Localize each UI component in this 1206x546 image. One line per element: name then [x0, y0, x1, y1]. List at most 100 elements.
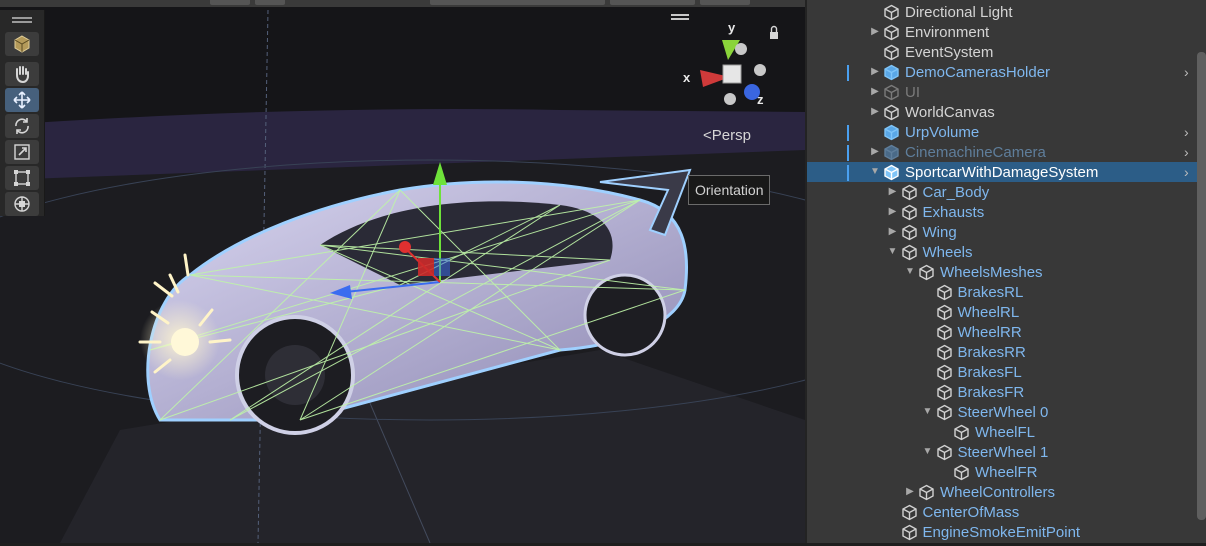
- gameobject-cube-icon: [936, 304, 953, 321]
- gameobject-cube-icon: [883, 104, 900, 121]
- gameobject-cube-icon: [936, 404, 953, 421]
- projection-label-text: Persp: [711, 127, 751, 144]
- hierarchy-item-label: DemoCamerasHolder: [905, 64, 1051, 81]
- collapse-arrow-icon[interactable]: ▶: [869, 85, 881, 99]
- expand-arrow-icon[interactable]: ▼: [922, 405, 934, 419]
- hierarchy-item-label: WheelFR: [975, 464, 1038, 481]
- hierarchy-item[interactable]: WheelFL: [807, 422, 1206, 442]
- hierarchy-item-label: WheelsMeshes: [940, 264, 1043, 281]
- hierarchy-item-label: Wheels: [922, 244, 973, 261]
- hierarchy-item[interactable]: BrakesFR: [807, 382, 1206, 402]
- hierarchy-item[interactable]: WheelRR: [807, 322, 1206, 342]
- scale-icon: [14, 144, 30, 160]
- hierarchy-item[interactable]: ▼ SteerWheel 1: [807, 442, 1206, 462]
- hierarchy-item[interactable]: CenterOfMass: [807, 502, 1206, 522]
- open-prefab-chevron-icon[interactable]: ›: [1184, 64, 1196, 80]
- hierarchy-item-label: Directional Light: [905, 4, 1013, 21]
- cube-icon: [14, 35, 30, 53]
- gameobject-cube-icon: [918, 264, 935, 281]
- transform-tool-button[interactable]: [5, 192, 39, 216]
- prefab-cube-icon: [883, 64, 900, 81]
- hierarchy-item[interactable]: ▶ Car_Body: [807, 182, 1206, 202]
- expand-arrow-icon[interactable]: ▼: [869, 165, 881, 179]
- hierarchy-item-label: WorldCanvas: [905, 104, 995, 121]
- hierarchy-item[interactable]: EventSystem: [807, 42, 1206, 62]
- open-prefab-chevron-icon[interactable]: ›: [1184, 164, 1196, 180]
- hierarchy-item-label: BrakesFL: [957, 364, 1022, 381]
- hierarchy-item[interactable]: ▶ Wing: [807, 222, 1206, 242]
- gameobject-cube-icon: [918, 484, 935, 501]
- gizmo-z-cone[interactable]: [744, 84, 760, 100]
- collapse-arrow-icon[interactable]: ▶: [887, 205, 899, 219]
- hierarchy-item[interactable]: ▶ CinemachineCamera ›: [807, 142, 1206, 162]
- view-mode-button[interactable]: [5, 32, 39, 56]
- expand-arrow-icon[interactable]: ▼: [922, 445, 934, 459]
- tooltip: Orientation: [688, 175, 771, 205]
- orientation-gizmo[interactable]: y x z: [678, 15, 788, 115]
- gameobject-cube-icon: [936, 324, 953, 341]
- lock-icon[interactable]: [770, 25, 778, 40]
- hierarchy-item-label: BrakesRL: [957, 284, 1024, 301]
- scene-toolbar-strip: [0, 0, 805, 7]
- hierarchy-item-label: WheelControllers: [940, 484, 1056, 501]
- gameobject-cube-icon: [936, 444, 953, 461]
- overlay-grip-icon[interactable]: [12, 17, 32, 23]
- hierarchy-scrollbar[interactable]: [1197, 52, 1206, 520]
- open-prefab-chevron-icon[interactable]: ›: [1184, 144, 1196, 160]
- hierarchy-item[interactable]: ▶ UI: [807, 82, 1206, 102]
- expand-arrow-icon[interactable]: ▼: [904, 265, 916, 279]
- collapse-arrow-icon[interactable]: ▶: [887, 185, 899, 199]
- prefab-override-bar: [847, 65, 849, 81]
- hierarchy-item-label: Exhausts: [922, 204, 985, 221]
- open-prefab-chevron-icon[interactable]: ›: [1184, 124, 1196, 140]
- hierarchy-item-label: BrakesRR: [957, 344, 1026, 361]
- hierarchy-item[interactable]: EngineSmokeEmitPoint: [807, 522, 1206, 542]
- expand-arrow-icon[interactable]: ▼: [887, 245, 899, 259]
- rotate-tool-button[interactable]: [5, 114, 39, 138]
- hierarchy-item-label: UrpVolume: [905, 124, 980, 141]
- hierarchy-item[interactable]: ▼ SteerWheel 0: [807, 402, 1206, 422]
- prefab-override-bar: [847, 145, 849, 161]
- hierarchy-item[interactable]: ▼ WheelsMeshes: [807, 262, 1206, 282]
- hierarchy-item[interactable]: ▶ Exhausts: [807, 202, 1206, 222]
- collapse-arrow-icon[interactable]: ▶: [887, 225, 899, 239]
- scale-tool-button[interactable]: [5, 140, 39, 164]
- hierarchy-item[interactable]: ▼ SportcarWithDamageSystem ›: [807, 162, 1206, 182]
- scene-view[interactable]: y x z <Persp Orientation: [0, 0, 805, 543]
- gameobject-cube-icon: [883, 84, 900, 101]
- hierarchy-item[interactable]: Directional Light: [807, 2, 1206, 22]
- hierarchy-item[interactable]: WheelFR: [807, 462, 1206, 482]
- hierarchy-item[interactable]: BrakesFL: [807, 362, 1206, 382]
- move-tool-button[interactable]: [5, 88, 39, 112]
- gameobject-cube-icon: [953, 424, 970, 441]
- collapse-arrow-icon[interactable]: ▶: [904, 485, 916, 499]
- collapse-arrow-icon[interactable]: ▶: [869, 105, 881, 119]
- collapse-arrow-icon[interactable]: ▶: [869, 145, 881, 159]
- collapse-arrow-icon[interactable]: ▶: [869, 25, 881, 39]
- hierarchy-item-label: WheelRL: [957, 304, 1020, 321]
- hierarchy-item[interactable]: ▶ Environment: [807, 22, 1206, 42]
- gameobject-cube-icon: [883, 44, 900, 61]
- hierarchy-item-label: Environment: [905, 24, 990, 41]
- gizmo-center-cube[interactable]: [722, 64, 742, 84]
- projection-label[interactable]: <Persp: [703, 127, 751, 144]
- gameobject-cube-icon: [901, 224, 918, 241]
- gizmo-x-label: x: [683, 70, 691, 85]
- hierarchy-item[interactable]: UrpVolume ›: [807, 122, 1206, 142]
- hierarchy-item[interactable]: ▼ Wheels: [807, 242, 1206, 262]
- rect-tool-button[interactable]: [5, 166, 39, 190]
- hierarchy-item-label: SteerWheel 1: [957, 444, 1049, 461]
- gizmo-neg-x: [754, 64, 766, 76]
- hierarchy-item[interactable]: ▶ DemoCamerasHolder ›: [807, 62, 1206, 82]
- collapse-arrow-icon[interactable]: ▶: [869, 65, 881, 79]
- hierarchy-item-label: EventSystem: [905, 44, 994, 61]
- hierarchy-item[interactable]: ▶ WorldCanvas: [807, 102, 1206, 122]
- hierarchy-panel[interactable]: Directional Light ▶ Environment EventSystem…: [805, 0, 1206, 543]
- hierarchy-item[interactable]: BrakesRR: [807, 342, 1206, 362]
- hierarchy-item[interactable]: BrakesRL: [807, 282, 1206, 302]
- transform-icon: [14, 196, 30, 212]
- gameobject-cube-icon: [936, 344, 953, 361]
- hierarchy-item[interactable]: ▶ WheelControllers: [807, 482, 1206, 502]
- hand-tool-button[interactable]: [5, 62, 39, 86]
- hierarchy-item[interactable]: WheelRL: [807, 302, 1206, 322]
